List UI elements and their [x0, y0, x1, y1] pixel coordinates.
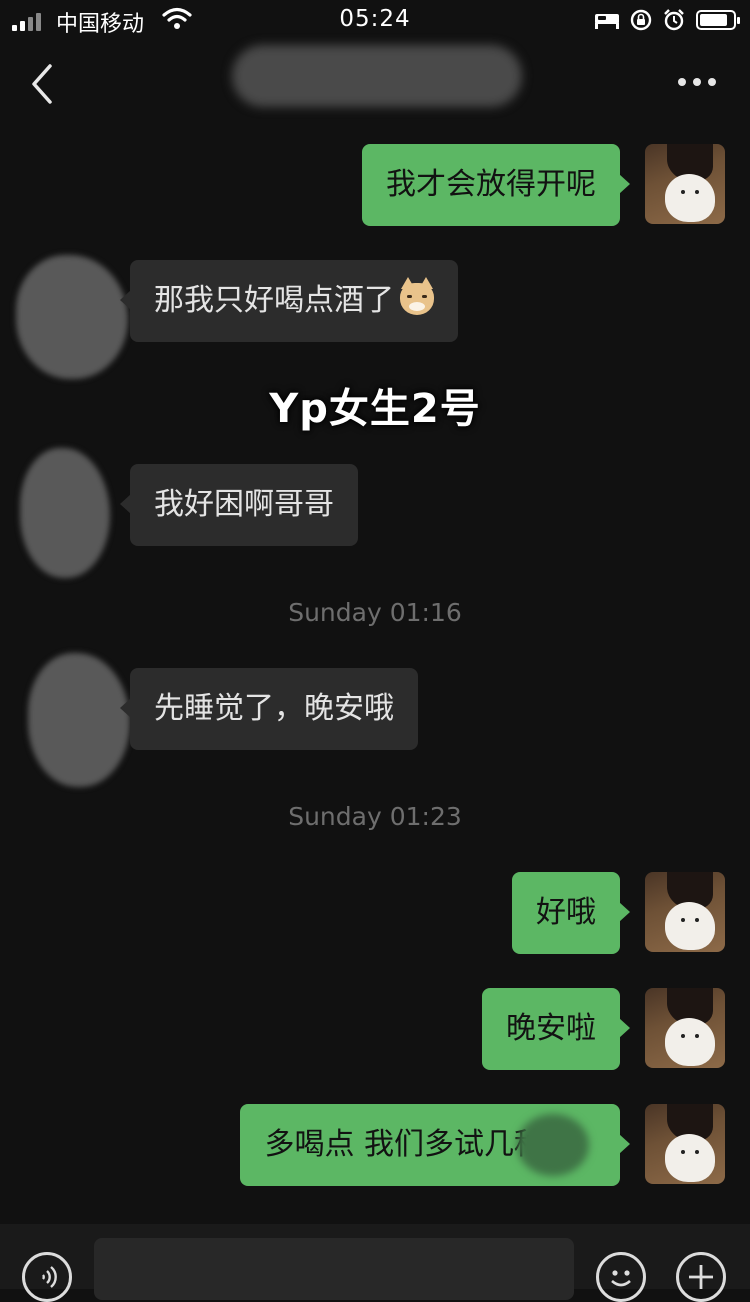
message-bubble-received[interactable]: 先睡觉了，晚安哦 — [120, 668, 418, 750]
avatar[interactable] — [645, 872, 725, 952]
message-input[interactable] — [94, 1238, 574, 1300]
avatar[interactable] — [28, 653, 130, 787]
alarm-icon — [664, 9, 684, 31]
avatar[interactable] — [645, 988, 725, 1068]
chat-title-redacted[interactable] — [232, 45, 522, 107]
message-bubble-sent[interactable]: 晚安啦 — [482, 988, 630, 1070]
message-bubble-sent[interactable]: 好哦 — [512, 872, 630, 954]
redaction-blur — [517, 1114, 589, 1176]
message-text: 那我只好喝点酒了 — [154, 283, 394, 318]
avatar[interactable] — [16, 255, 128, 379]
chevron-left-icon[interactable] — [28, 62, 58, 106]
avatar[interactable] — [645, 1104, 725, 1184]
rotation-lock-icon — [630, 9, 652, 31]
overlay-label: Yp女生2号 — [269, 386, 481, 432]
chat-input-bar — [0, 1224, 750, 1302]
voice-icon[interactable] — [22, 1252, 72, 1302]
ellipsis-icon[interactable] — [678, 78, 716, 86]
message-bubble-sent[interactable]: 我才会放得开呢 — [362, 144, 630, 226]
avatar[interactable] — [645, 144, 725, 224]
status-bar: 中国移动 05:24 — [0, 0, 750, 40]
smiley-icon[interactable] — [596, 1252, 646, 1302]
message-bubble-received[interactable]: 那我只好喝点酒了 — [120, 260, 458, 342]
smiling-cat-emoji — [400, 276, 434, 315]
plus-icon[interactable] — [676, 1252, 726, 1302]
timestamp: Sunday 01:23 — [288, 802, 462, 831]
bed-icon — [595, 14, 619, 29]
timestamp: Sunday 01:16 — [288, 598, 462, 627]
message-bubble-received[interactable]: 我好困啊哥哥 — [120, 464, 358, 546]
chat-nav-bar — [0, 40, 750, 132]
avatar[interactable] — [20, 448, 110, 578]
battery-icon — [696, 10, 740, 30]
